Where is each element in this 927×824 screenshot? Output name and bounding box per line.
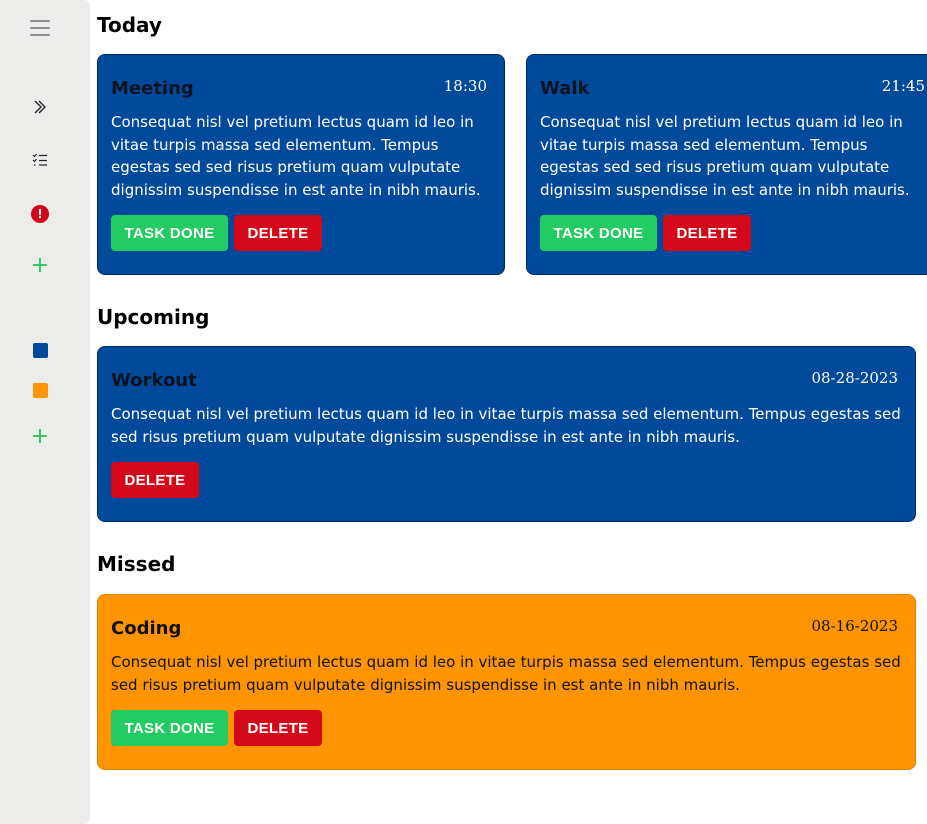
plus-icon: + <box>30 424 50 449</box>
task-card-coding: Coding 08-16-2023 Consequat nisl vel pre… <box>97 594 916 770</box>
task-description: Consequat nisl vel pretium lectus quam i… <box>540 113 910 199</box>
task-description: Consequat nisl vel pretium lectus quam i… <box>111 405 901 446</box>
plus-icon: + <box>30 253 50 278</box>
add-category-button[interactable]: + <box>28 425 52 449</box>
sidebar: ! + + <box>0 0 90 824</box>
double-chevron-right-icon[interactable] <box>28 95 52 119</box>
task-time: 21:45 <box>881 77 925 95</box>
delete-button[interactable]: DELETE <box>234 710 322 746</box>
category-blue-button[interactable] <box>28 338 52 362</box>
task-card-walk: Walk 21:45 Consequat nisl vel pretium le… <box>526 54 927 275</box>
section-title-upcoming: Upcoming <box>97 305 210 329</box>
section-title-today: Today <box>97 13 162 37</box>
hamburger-menu-icon[interactable] <box>28 16 52 40</box>
exclamation-circle-icon[interactable]: ! <box>28 202 52 226</box>
delete-button[interactable]: DELETE <box>234 215 322 251</box>
task-description: Consequat nisl vel pretium lectus quam i… <box>111 653 901 694</box>
category-orange-button[interactable] <box>28 378 52 402</box>
task-done-button[interactable]: TASK DONE <box>111 215 228 251</box>
alert-glyph: ! <box>31 205 49 223</box>
checklist-icon[interactable] <box>28 148 52 172</box>
delete-button[interactable]: DELETE <box>111 462 199 498</box>
color-swatch-icon <box>32 382 48 398</box>
delete-button[interactable]: DELETE <box>663 215 751 251</box>
task-title: Coding <box>111 618 182 639</box>
task-date: 08-16-2023 <box>811 617 898 635</box>
task-title: Walk <box>540 78 590 99</box>
task-card-workout: Workout 08-28-2023 Consequat nisl vel pr… <box>97 346 916 522</box>
color-swatch-icon <box>32 342 48 358</box>
task-done-button[interactable]: TASK DONE <box>111 710 228 746</box>
task-card-meeting: Meeting 18:30 Consequat nisl vel pretium… <box>97 54 505 275</box>
task-done-button[interactable]: TASK DONE <box>540 215 657 251</box>
task-date: 08-28-2023 <box>811 369 898 387</box>
task-title: Workout <box>111 370 197 391</box>
add-task-button[interactable]: + <box>28 254 52 278</box>
task-description: Consequat nisl vel pretium lectus quam i… <box>111 113 481 199</box>
task-title: Meeting <box>111 78 194 99</box>
section-title-missed: Missed <box>97 552 176 576</box>
task-time: 18:30 <box>443 77 487 95</box>
